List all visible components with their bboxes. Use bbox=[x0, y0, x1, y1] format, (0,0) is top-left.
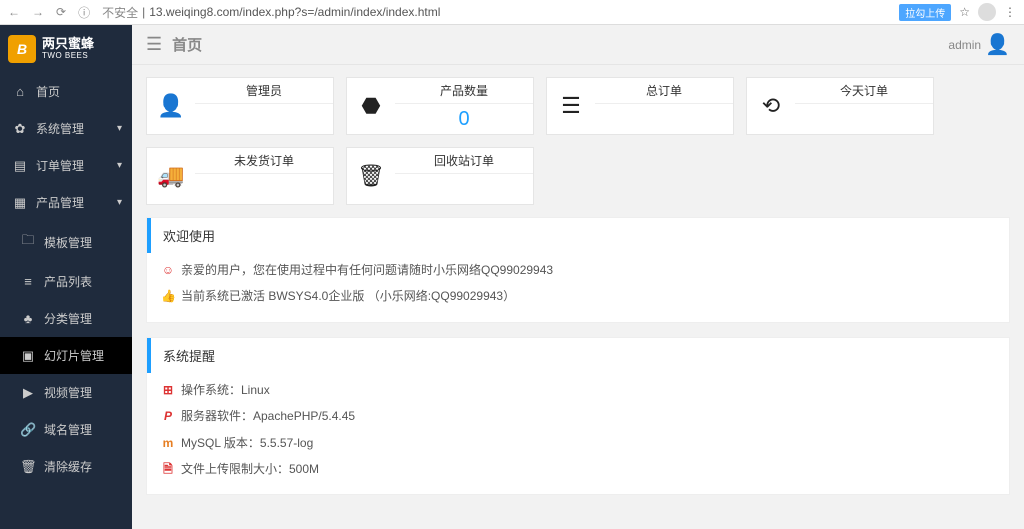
server-info: 服务器软件：ApachePHP/5.4.45 bbox=[181, 403, 355, 429]
truck-icon: 🚚 bbox=[147, 148, 195, 204]
sidebar-item-category[interactable]: ♣ 分类管理 bbox=[0, 300, 132, 337]
card-value: 0 bbox=[458, 104, 469, 134]
grid-icon: ▦ bbox=[12, 195, 28, 211]
user-icon: 👤 bbox=[985, 32, 1010, 57]
stat-cards-row1: 👤 管理员 ⬣ 产品数量0 ☰ 总订单 ⟲ 今天订单 bbox=[146, 77, 1010, 135]
card-label: 回收站订单 bbox=[395, 148, 533, 174]
sidebar-item-label: 清除缓存 bbox=[44, 458, 92, 475]
welcome-line1: 亲爱的用户，您在使用过程中有任何问题请随时小乐网络QQ99029943 bbox=[181, 257, 553, 283]
insecure-label: 不安全 bbox=[102, 4, 138, 21]
sidebar-item-orders[interactable]: ▤ 订单管理 ▾ bbox=[0, 147, 132, 184]
chevron-down-icon: ▾ bbox=[117, 160, 122, 171]
main-content: ☰ 首页 admin 👤 👤 管理员 ⬣ 产品数量0 ☰ 总订单 bbox=[132, 25, 1024, 529]
sidebar-item-label: 域名管理 bbox=[44, 421, 92, 438]
user-menu[interactable]: admin 👤 bbox=[948, 32, 1010, 57]
sidebar-item-slideshow[interactable]: ▣ 幻灯片管理 bbox=[0, 337, 132, 374]
hamburger-icon[interactable]: ☰ bbox=[146, 34, 162, 55]
stat-cards-row2: 🚚 未发货订单 🗑 回收站订单 bbox=[146, 147, 1010, 205]
home-icon: ⌂ bbox=[12, 84, 28, 99]
trash-icon: 🗑 bbox=[347, 148, 395, 204]
sidebar-item-label: 模板管理 bbox=[44, 234, 92, 251]
extension-badge[interactable]: 拉勾上传 bbox=[899, 4, 951, 21]
card-products[interactable]: ⬣ 产品数量0 bbox=[346, 77, 534, 135]
chevron-down-icon: ▾ bbox=[117, 123, 122, 134]
sidebar-item-product-list[interactable]: ≡ 产品列表 bbox=[0, 263, 132, 300]
sidebar-item-label: 订单管理 bbox=[36, 157, 84, 174]
list-icon: ≡ bbox=[20, 274, 36, 289]
sidebar-item-label: 幻灯片管理 bbox=[44, 347, 104, 364]
mysql-info: MySQL 版本：5.5.57-log bbox=[181, 430, 313, 456]
welcome-panel: 欢迎使用 ☺亲爱的用户，您在使用过程中有任何问题请随时小乐网络QQ9902994… bbox=[146, 217, 1010, 323]
sidebar-item-label: 首页 bbox=[36, 83, 60, 100]
chevron-down-icon: ▾ bbox=[117, 197, 122, 208]
card-label: 产品数量 bbox=[395, 78, 533, 104]
history-icon: ⟲ bbox=[747, 78, 795, 134]
php-icon: P bbox=[161, 403, 175, 429]
card-recycle[interactable]: 🗑 回收站订单 bbox=[346, 147, 534, 205]
video-icon: ▶ bbox=[20, 385, 36, 401]
card-label: 总订单 bbox=[595, 78, 733, 104]
sidebar-item-label: 产品管理 bbox=[36, 194, 84, 211]
browser-address-bar: ← → ⟳ ⓘ 不安全 | 13.weiqing8.com/index.php?… bbox=[0, 0, 1024, 25]
reload-icon[interactable]: ⟳ bbox=[56, 5, 66, 19]
url-text[interactable]: 13.weiqing8.com/index.php?s=/admin/index… bbox=[149, 5, 440, 19]
os-info: 操作系统：Linux bbox=[181, 377, 270, 403]
card-orders-today[interactable]: ⟲ 今天订单 bbox=[746, 77, 934, 135]
smile-icon: ☺ bbox=[161, 257, 175, 283]
cube-icon: ⬣ bbox=[347, 78, 395, 134]
windows-icon: ⊞ bbox=[161, 377, 175, 403]
card-label: 未发货订单 bbox=[195, 148, 333, 174]
folder-icon: 🗀 bbox=[20, 231, 36, 253]
card-orders-total[interactable]: ☰ 总订单 bbox=[546, 77, 734, 135]
sidebar-item-template[interactable]: 🗀 模板管理 bbox=[0, 221, 132, 263]
sidebar-item-video[interactable]: ▶ 视频管理 bbox=[0, 374, 132, 411]
info-icon[interactable]: ⓘ bbox=[78, 4, 90, 21]
user-icon: 👤 bbox=[147, 78, 195, 134]
file-icon: 🗎 bbox=[161, 456, 175, 482]
profile-icon[interactable] bbox=[978, 3, 996, 21]
thumb-icon: 👍 bbox=[161, 283, 175, 309]
upload-info: 文件上传限制大小：500M bbox=[181, 456, 319, 482]
breadcrumb: 首页 bbox=[172, 34, 202, 55]
username: admin bbox=[948, 38, 981, 52]
image-icon: ▣ bbox=[20, 348, 36, 364]
card-admin[interactable]: 👤 管理员 bbox=[146, 77, 334, 135]
sitemap-icon: ♣ bbox=[20, 311, 36, 326]
logo[interactable]: B 两只蜜蜂 TWO BEES bbox=[0, 25, 132, 73]
link-icon: 🔗 bbox=[20, 422, 36, 438]
sidebar-item-label: 分类管理 bbox=[44, 310, 92, 327]
list-icon: ☰ bbox=[547, 78, 595, 134]
separator: | bbox=[142, 5, 145, 19]
sidebar-item-products[interactable]: ▦ 产品管理 ▾ bbox=[0, 184, 132, 221]
sidebar-item-label: 视频管理 bbox=[44, 384, 92, 401]
logo-text: 两只蜜蜂 TWO BEES bbox=[42, 37, 94, 60]
sidebar: B 两只蜜蜂 TWO BEES ⌂ 首页 ✿ 系统管理 ▾ ▤ 订单管理 ▾ ▦… bbox=[0, 25, 132, 529]
card-unshipped[interactable]: 🚚 未发货订单 bbox=[146, 147, 334, 205]
topbar: ☰ 首页 admin 👤 bbox=[132, 25, 1024, 65]
welcome-line2: 当前系统已激活 BWSYS4.0企业版 （小乐网络:QQ99029943） bbox=[181, 283, 515, 309]
mysql-icon: m bbox=[161, 430, 175, 456]
sidebar-item-domain[interactable]: 🔗 域名管理 bbox=[0, 411, 132, 448]
forward-icon[interactable]: → bbox=[32, 5, 44, 19]
sidebar-item-home[interactable]: ⌂ 首页 bbox=[0, 73, 132, 110]
back-icon[interactable]: ← bbox=[8, 5, 20, 19]
card-label: 管理员 bbox=[195, 78, 333, 104]
trash-icon: 🗑 bbox=[20, 459, 36, 475]
panel-title: 欢迎使用 bbox=[147, 218, 1009, 253]
list-icon: ▤ bbox=[12, 158, 28, 174]
card-label: 今天订单 bbox=[795, 78, 933, 104]
sidebar-item-label: 产品列表 bbox=[44, 273, 92, 290]
panel-title: 系统提醒 bbox=[147, 338, 1009, 373]
sysinfo-panel: 系统提醒 ⊞操作系统：Linux P服务器软件：ApachePHP/5.4.45… bbox=[146, 337, 1010, 496]
menu-icon[interactable]: ⋮ bbox=[1004, 5, 1016, 19]
gear-icon: ✿ bbox=[12, 121, 28, 137]
sidebar-item-system[interactable]: ✿ 系统管理 ▾ bbox=[0, 110, 132, 147]
star-icon[interactable]: ☆ bbox=[959, 5, 970, 19]
sidebar-item-cache[interactable]: 🗑 清除缓存 bbox=[0, 448, 132, 485]
sidebar-item-label: 系统管理 bbox=[36, 120, 84, 137]
logo-icon: B bbox=[8, 35, 36, 63]
